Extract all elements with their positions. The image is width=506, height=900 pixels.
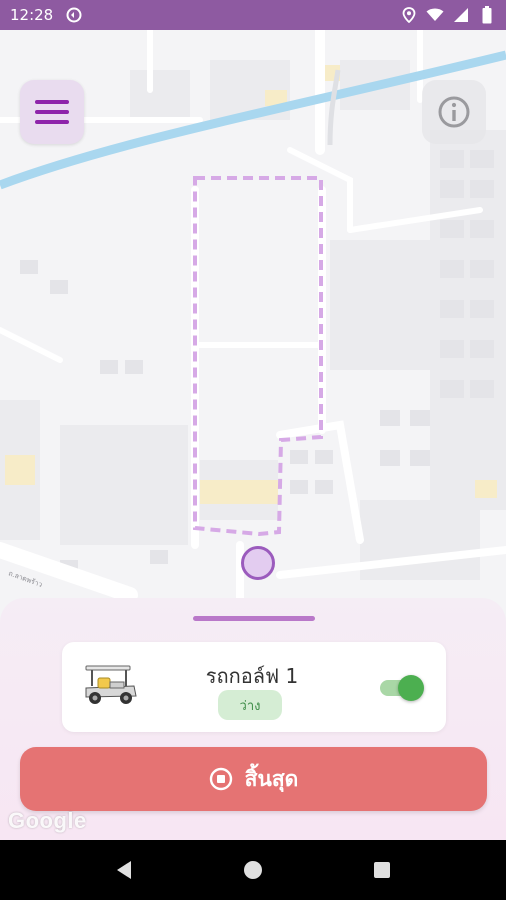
end-trip-button[interactable]: สิ้นสุด	[20, 747, 487, 811]
battery-icon	[478, 6, 496, 24]
home-button[interactable]	[238, 855, 268, 885]
wifi-icon	[426, 6, 444, 24]
vehicle-card[interactable]: รถกอล์ฟ 1 ว่าง	[62, 642, 446, 732]
menu-button[interactable]	[20, 80, 84, 144]
street-label: ถ.ลาดพร้าว	[7, 569, 43, 589]
navigation-bar	[0, 840, 506, 900]
sync-icon	[65, 6, 83, 24]
location-icon	[400, 6, 418, 24]
availability-toggle[interactable]	[378, 675, 424, 701]
golf-cart-icon	[85, 665, 137, 704]
sheet-handle[interactable]	[193, 616, 315, 621]
info-icon	[438, 96, 470, 128]
hamburger-menu-icon	[35, 100, 69, 124]
status-badge: ว่าง	[218, 690, 282, 720]
vehicle-name: รถกอล์ฟ 1	[205, 664, 299, 688]
google-attribution: Google	[8, 808, 87, 833]
bottom-sheet: รถกอล์ฟ 1 ว่าง สิ้นสุด	[0, 598, 506, 840]
recents-icon	[373, 862, 390, 878]
current-location-pin	[241, 546, 275, 580]
back-icon	[117, 861, 132, 879]
recents-button[interactable]	[367, 855, 397, 885]
back-button[interactable]	[109, 855, 139, 885]
status-bar: 12:28	[0, 0, 506, 30]
end-trip-label: สิ้นสุด	[244, 766, 299, 791]
toggle-knob	[398, 675, 424, 701]
signal-icon	[452, 6, 470, 24]
home-icon	[243, 861, 262, 879]
status-time: 12:28	[10, 6, 54, 24]
stop-circle-icon	[209, 767, 232, 791]
info-button[interactable]	[422, 80, 486, 144]
